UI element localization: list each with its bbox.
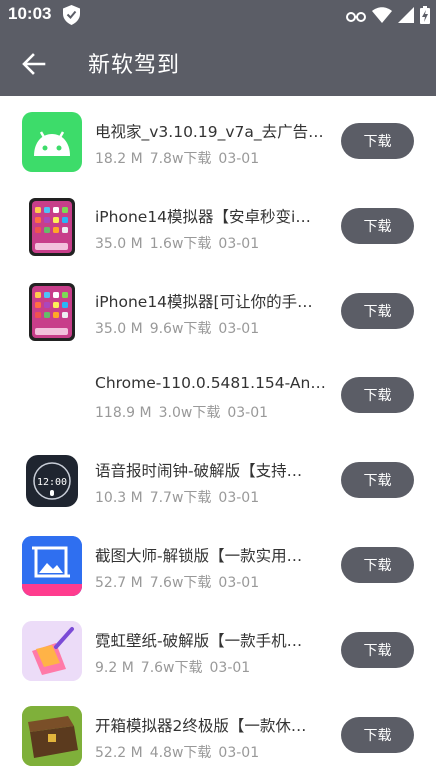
app-downloads: 7.6w下载 [149,574,212,591]
download-button[interactable]: 下载 [341,123,414,159]
shield-icon [63,5,80,29]
app-meta: 10.3 M 7.7w下载 03-01 [95,487,266,507]
app-name: iPhone14模拟器【安卓秒变i… [95,207,311,226]
app-size: 10.3 M [95,490,143,507]
chest-icon [22,705,82,766]
app-size: 118.9 M [95,405,152,422]
app-downloads: 7.6w下载 [140,659,203,676]
clock-icon: 12:00 [22,451,82,512]
app-meta: 118.9 M 3.0w下载 03-01 [95,402,275,422]
app-downloads: 9.6w下载 [149,320,212,337]
app-date: 03-01 [218,574,260,591]
signal-icon [398,7,414,27]
app-date: 03-01 [218,490,260,507]
screenshot-tool-icon [22,535,82,596]
blank-icon [22,366,82,427]
app-date: 03-01 [218,151,260,167]
app-downloads: 1.6w下载 [149,235,212,252]
phone-screenshot-icon [22,196,82,257]
wifi-icon [372,7,392,27]
list-item[interactable]: 电视家_v3.10.19_v7a_去广告… 18.2 M 7.8w下载 03-01 … [0,96,436,181]
download-button[interactable]: 下载 [341,292,414,329]
app-downloads: 4.8w下载 [149,744,212,761]
app-meta: 35.0 M 1.6w下载 03-01 [95,233,266,253]
download-button[interactable]: 下载 [341,631,414,668]
app-size: 9.2 M [95,659,134,676]
list-item[interactable]: Chrome-110.0.5481.154-An… 118.9 M 3.0w下载 0… [0,350,436,435]
list-item[interactable]: 霓虹壁纸-破解版【一款手机… 9.2 M 7.6w下载 03-01 下载 [0,605,436,690]
app-name: 开箱模拟器2终极版【一款休… [95,716,307,735]
download-button[interactable]: 下载 [341,377,414,414]
app-size: 35.0 M [95,235,143,252]
app-size: 35.0 M [95,320,143,337]
app-meta: 18.2 M 7.8w下载 03-01 [95,148,266,168]
app-meta: 9.2 M 7.6w下载 03-01 [95,657,257,677]
app-name: iPhone14模拟器[可让你的手… [95,292,313,311]
svg-text:12:00: 12:00 [37,477,67,488]
app-downloads: 7.7w下载 [149,490,212,507]
app-name: 语音报时闹钟-破解版【支持… [95,462,303,481]
app-downloads: 3.0w下载 [158,405,221,422]
app-size: 52.7 M [95,574,143,591]
app-date: 03-01 [218,235,260,252]
app-meta: 52.2 M 4.8w下载 03-01 [95,742,266,762]
list-item[interactable]: 截图大师-解锁版【一款实用… 52.7 M 7.6w下载 03-01 下载 [0,520,436,605]
download-button[interactable]: 下载 [341,546,414,583]
app-name: 截图大师-解锁版【一款实用… [95,546,303,565]
app-date: 03-01 [209,659,251,676]
arrow-left-icon[interactable] [20,50,48,78]
download-button[interactable]: 下载 [341,207,414,244]
status-bar: 10:03 [0,0,436,30]
page-title: 新软驾到 [88,53,181,78]
download-button[interactable]: 下载 [341,462,414,499]
app-size: 52.2 M [95,744,143,761]
app-downloads: 7.8w下载 [149,151,212,167]
app-meta: 52.7 M 7.6w下载 03-01 [95,572,266,592]
paint-icon [22,620,82,681]
app-meta: 35.0 M 9.6w下载 03-01 [95,318,266,338]
app-name: 霓虹壁纸-破解版【一款手机… [95,631,303,650]
download-button[interactable]: 下载 [341,716,414,753]
list-item[interactable]: 12:00 语音报时闹钟-破解版【支持… 10.3 M 7.7w下载 03-01 下… [0,435,436,520]
status-time: 10:03 [8,4,52,23]
phone-screenshot-icon [22,281,82,342]
app-date: 03-01 [218,320,260,337]
android-icon [22,112,82,172]
battery-icon [420,6,430,28]
app-date: 03-01 [227,405,269,422]
list-item[interactable]: iPhone14模拟器[可让你的手… 35.0 M 9.6w下载 03-01 下载 [0,266,436,351]
vpn-key-icon [346,8,366,27]
app-name: 电视家_v3.10.19_v7a_去广告… [95,123,324,141]
app-date: 03-01 [218,744,260,761]
app-bar: 新软驾到 [0,30,436,96]
app-name: Chrome-110.0.5481.154-An… [95,374,326,393]
app-list: 电视家_v3.10.19_v7a_去广告… 18.2 M 7.8w下载 03-01 … [0,96,436,774]
list-item[interactable]: 开箱模拟器2终极版【一款休… 52.2 M 4.8w下载 03-01 下载 [0,690,436,775]
app-size: 18.2 M [95,151,143,167]
list-item[interactable]: iPhone14模拟器【安卓秒变i… 35.0 M 1.6w下载 03-01 下载 [0,181,436,266]
